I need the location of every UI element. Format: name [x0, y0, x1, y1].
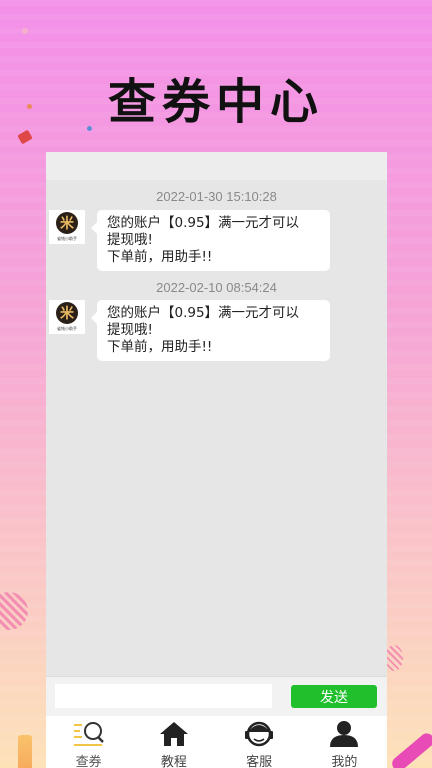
- tab-label: 教程: [160, 755, 187, 768]
- message-line: 下单前，用助手!!: [107, 339, 213, 355]
- tab-profile[interactable]: 我的: [302, 716, 387, 768]
- message-line: 下单前，用助手!!: [107, 249, 213, 265]
- banner-title: 查券中心: [107, 74, 324, 130]
- tab-tutorial[interactable]: 教程: [131, 716, 216, 768]
- message-timestamp: 2022-02-10 08:54:24: [156, 280, 277, 295]
- tab-label: 我的: [331, 755, 358, 768]
- avatar[interactable]: 米 省钱小助手: [49, 210, 85, 244]
- status-bar: [46, 152, 387, 180]
- decorative-dot: [22, 28, 28, 34]
- message-line: 您的账户【0.95】满一元才可以: [107, 215, 300, 231]
- tab-search-coupon[interactable]: 查券: [46, 716, 131, 768]
- decorative-bar: [389, 730, 432, 768]
- avatar-caption: 省钱小助手: [57, 326, 77, 331]
- input-bar: 发送: [46, 676, 387, 716]
- send-button[interactable]: 发送: [291, 685, 377, 708]
- message-input[interactable]: [55, 684, 272, 708]
- rice-logo-icon: 米: [56, 212, 78, 234]
- phone-screen: 2022-01-30 15:10:28 米 省钱小助手 您的账户【0.95】满一…: [46, 152, 387, 768]
- message-timestamp: 2022-01-30 15:10:28: [156, 189, 277, 204]
- tab-customer-service[interactable]: 客服: [217, 716, 302, 768]
- decorative-striped-ball: [385, 645, 403, 671]
- tab-label: 查券: [75, 755, 102, 768]
- decorative-striped-ball: [0, 592, 28, 630]
- message-bubble[interactable]: 您的账户【0.95】满一元才可以 提现哦! 下单前，用助手!!: [91, 210, 330, 271]
- customer-service-icon: [242, 720, 276, 748]
- message-bubble[interactable]: 您的账户【0.95】满一元才可以 提现哦! 下单前，用助手!!: [91, 300, 330, 361]
- chat-area[interactable]: 2022-01-30 15:10:28 米 省钱小助手 您的账户【0.95】满一…: [46, 180, 387, 704]
- bottom-tab-bar: 查券 教程 客服 我的: [46, 716, 387, 768]
- home-icon: [157, 720, 191, 748]
- tab-label: 客服: [246, 755, 273, 768]
- message-line: 您的账户【0.95】满一元才可以: [107, 305, 300, 321]
- search-coupon-icon: [72, 720, 106, 748]
- rice-logo-icon: 米: [56, 302, 78, 324]
- avatar[interactable]: 米 省钱小助手: [49, 300, 85, 334]
- message-line: 提现哦!: [107, 322, 153, 338]
- profile-icon: [327, 720, 361, 748]
- decorative-bar: [18, 735, 32, 768]
- avatar-caption: 省钱小助手: [57, 236, 77, 241]
- message-line: 提现哦!: [107, 232, 153, 248]
